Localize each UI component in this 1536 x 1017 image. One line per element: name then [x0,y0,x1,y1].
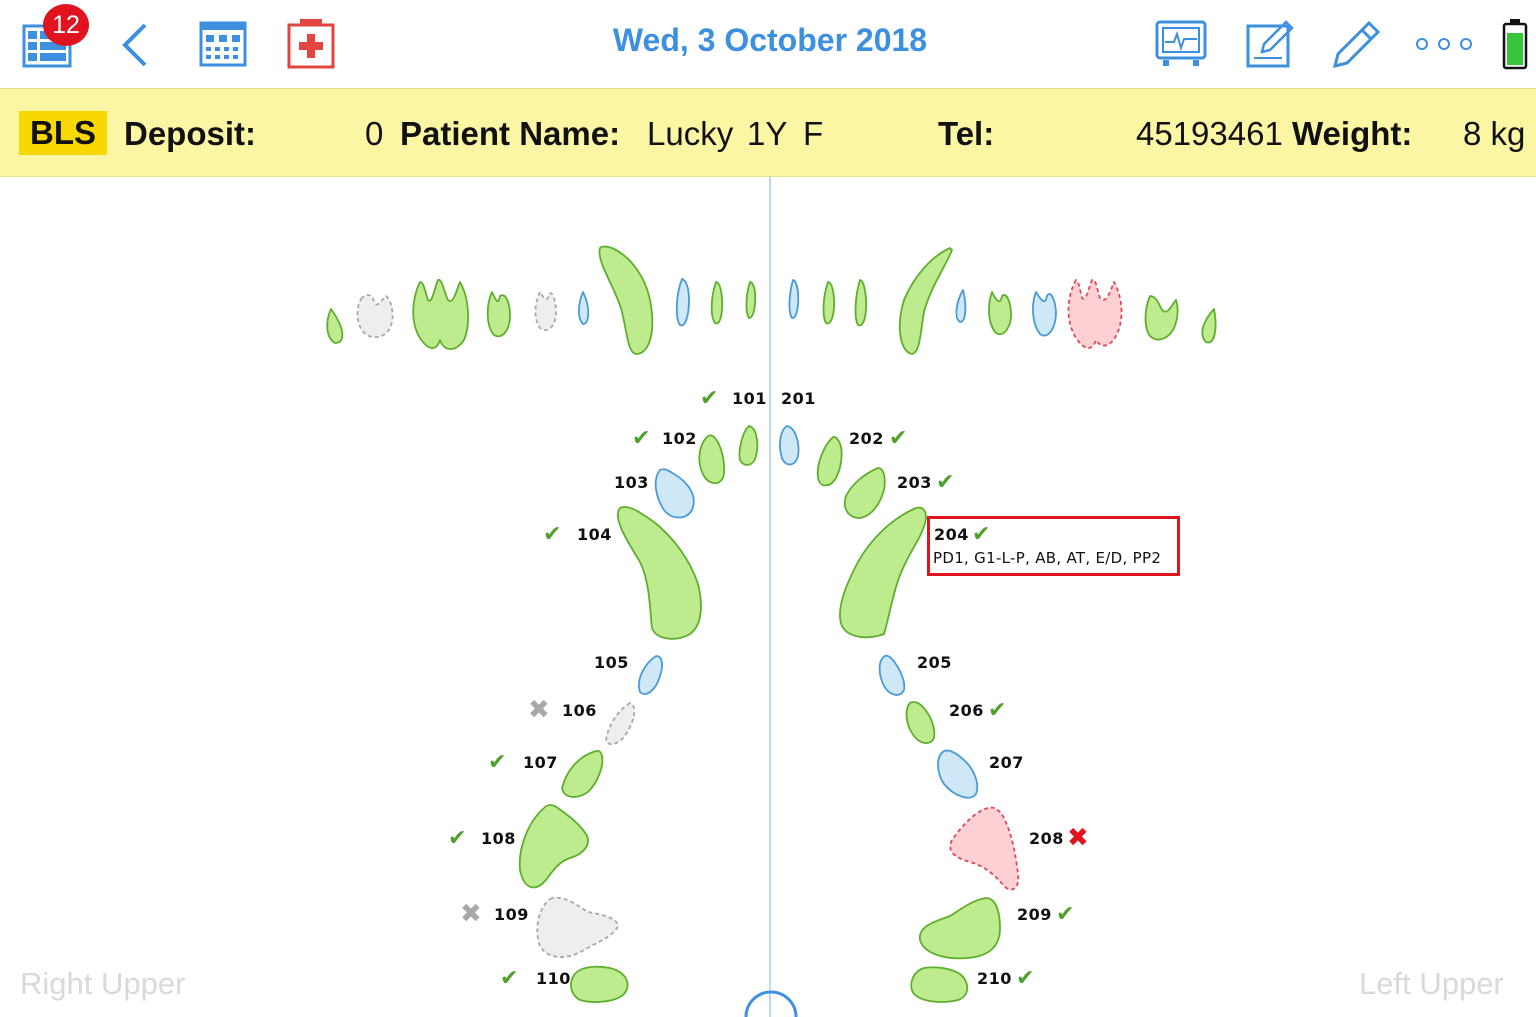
missing-x-icon: ✖ [528,694,550,724]
check-icon: ✔ [488,749,507,774]
tooth-label-204[interactable]: 204 [934,525,969,544]
tooth-label-202[interactable]: 202 [849,429,884,448]
missing-x-icon: ✖ [460,898,482,928]
tooth-label-210[interactable]: 210 [977,969,1012,988]
tooth-label-201[interactable]: 201 [781,389,816,408]
quadrant-label-left-upper: Left Upper [1359,966,1504,1001]
tooth-label-101[interactable]: 101 [732,389,767,408]
check-icon: ✔ [889,425,908,450]
check-icon: ✔ [936,469,955,494]
tooth-label-107[interactable]: 107 [523,753,558,772]
tooth-label-207[interactable]: 207 [989,753,1024,772]
tooth-label-102[interactable]: 102 [662,429,697,448]
tooth-label-109[interactable]: 109 [494,905,529,924]
tooth-label-103[interactable]: 103 [614,473,649,492]
check-icon: ✔ [988,697,1007,722]
tooth-labels-layer: ✔ 101 ✔ 102 103 ✔ 104 105 ✖ 106 ✔ 107 ✔ … [0,0,1536,1017]
tooth-label-205[interactable]: 205 [917,653,952,672]
extraction-x-icon: ✖ [1067,822,1089,852]
tooth-label-209[interactable]: 209 [1017,905,1052,924]
tooth-204-detail: PD1, G1-L-P, AB, AT, E/D, PP2 [933,549,1162,567]
check-icon: ✔ [1056,901,1075,926]
check-icon: ✔ [972,521,991,546]
tooth-label-110[interactable]: 110 [536,969,571,988]
check-icon: ✔ [500,965,519,990]
tooth-label-106[interactable]: 106 [562,701,597,720]
tooth-label-208[interactable]: 208 [1029,829,1064,848]
check-icon: ✔ [700,385,719,410]
tooth-label-108[interactable]: 108 [481,829,516,848]
check-icon: ✔ [448,825,467,850]
tooth-label-104[interactable]: 104 [577,525,612,544]
check-icon: ✔ [1016,965,1035,990]
quadrant-label-right-upper: Right Upper [20,966,186,1001]
check-icon: ✔ [543,521,562,546]
tooth-label-105[interactable]: 105 [594,653,629,672]
tooth-label-203[interactable]: 203 [897,473,932,492]
tooth-label-206[interactable]: 206 [949,701,984,720]
check-icon: ✔ [632,425,651,450]
